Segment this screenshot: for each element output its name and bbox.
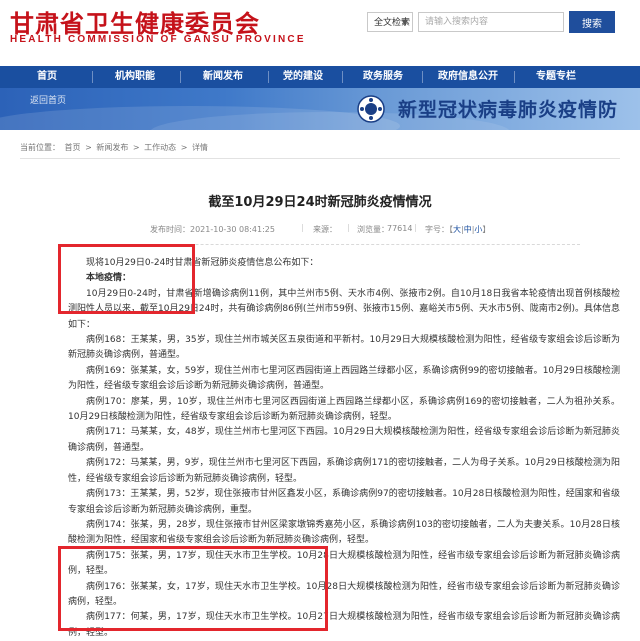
breadcrumb-item-home[interactable]: 首页 <box>65 143 81 152</box>
nav-divider <box>514 71 515 83</box>
site-logo-subtitle: HEALTH COMMISSION OF GANSU PROVINCE <box>10 34 306 45</box>
article-title: 截至10月29日24时新冠肺炎疫情情况 <box>208 195 432 210</box>
nav-divider <box>342 71 343 83</box>
virus-icon <box>357 95 385 123</box>
search-button[interactable]: 搜索 <box>569 11 615 33</box>
font-size-control: 字号：【大|中|小】 <box>425 224 490 235</box>
case-paragraph: 病例172：马某某，男，9岁，现住兰州市七里河区下西园，系确诊病例171的密切接… <box>68 458 620 484</box>
highlight-box-cases <box>58 546 328 631</box>
case-paragraph: 病例171：马某某，女，48岁，现住兰州市七里河区下西园。10月29日大规模核酸… <box>68 427 620 453</box>
font-size-large[interactable]: 大 <box>453 225 461 234</box>
case-paragraph: 病例174：张某，男，28岁，现住张掖市甘州区梁家墩锦秀嘉苑小区，系确诊病例10… <box>68 519 620 546</box>
main-nav: 首页 机构职能 新闻发布 党的建设 政务服务 政府信息公开 专题专栏 <box>0 66 640 88</box>
breadcrumb-separator: > <box>180 143 188 152</box>
case-paragraph: 病例173：王某某，男，52岁，现住张掖市甘州区鑫发小区，系确诊病例97的密切接… <box>68 489 620 515</box>
nav-divider <box>92 71 93 83</box>
breadcrumb-separator: > <box>85 143 92 152</box>
nav-item-functions[interactable]: 机构职能 <box>98 66 172 88</box>
nav-item-party[interactable]: 党的建设 <box>266 66 340 88</box>
breadcrumb-separator: > <box>132 143 140 152</box>
case-paragraph: 病例170：廖某，男，10岁，现住兰州市七里河区西园街道上西园路兰绿都小区，系确… <box>68 396 620 423</box>
breadcrumb-item-detail: 详情 <box>191 143 208 152</box>
breadcrumb-label: 当前位置： <box>20 143 60 152</box>
banner-title: 新型冠状病毒肺炎疫情防 <box>398 99 619 121</box>
highlight-box-intro <box>58 244 195 314</box>
views-label: 浏览量： <box>357 225 389 234</box>
breadcrumb-item-work[interactable]: 工作动态 <box>144 143 176 152</box>
meta-divider: | <box>414 223 417 232</box>
nav-item-disclosure[interactable]: 政府信息公开 <box>424 66 512 88</box>
nav-item-news[interactable]: 新闻发布 <box>186 66 260 88</box>
font-size-label: 字号： <box>425 225 449 234</box>
breadcrumb-item-news[interactable]: 新闻发布 <box>96 143 128 152</box>
breadcrumb-divider <box>20 158 620 159</box>
epidemic-banner[interactable]: 返回首页 新型冠状病毒肺炎疫情防 <box>0 88 640 130</box>
nav-item-topics[interactable]: 专题专栏 <box>516 66 596 88</box>
chevron-down-icon: ▼ <box>401 18 408 27</box>
article-meta: 发布时间：2021-10-30 08:41:25 | 来源： | 浏览量： 77… <box>150 222 570 240</box>
article-source: 来源： <box>313 225 337 234</box>
search-scope-select[interactable]: 全文检索 ▼ <box>367 12 413 32</box>
nav-item-services[interactable]: 政务服务 <box>346 66 420 88</box>
case-paragraph: 病例169：张某某，女，59岁，现住兰州市七里河区西园街道上西园路兰绿都小区，系… <box>68 365 620 392</box>
case-paragraph: 病例168：王某某，男，35岁，现住兰州市城关区五泉街道和平新村。10月29日大… <box>68 335 620 361</box>
search-input[interactable] <box>418 12 564 32</box>
font-size-medium[interactable]: 中 <box>464 225 472 234</box>
meta-divider: | <box>347 223 350 232</box>
font-size-bracket: 】 <box>482 225 491 234</box>
banner-home-link[interactable]: 返回首页 <box>30 93 66 106</box>
breadcrumb: 当前位置： 首页 > 新闻发布 > 工作动态 > 详情 <box>20 142 210 153</box>
nav-divider <box>422 71 423 83</box>
meta-divider: | <box>301 223 304 232</box>
nav-item-home[interactable]: 首页 <box>14 66 80 88</box>
nav-divider <box>180 71 181 83</box>
site-header: 甘肃省卫生健康委员会 HEALTH COMMISSION OF GANSU PR… <box>0 0 640 62</box>
views-count: 77614 <box>387 224 413 233</box>
publish-time: 发布时间：2021-10-30 08:41:25 <box>150 225 275 234</box>
